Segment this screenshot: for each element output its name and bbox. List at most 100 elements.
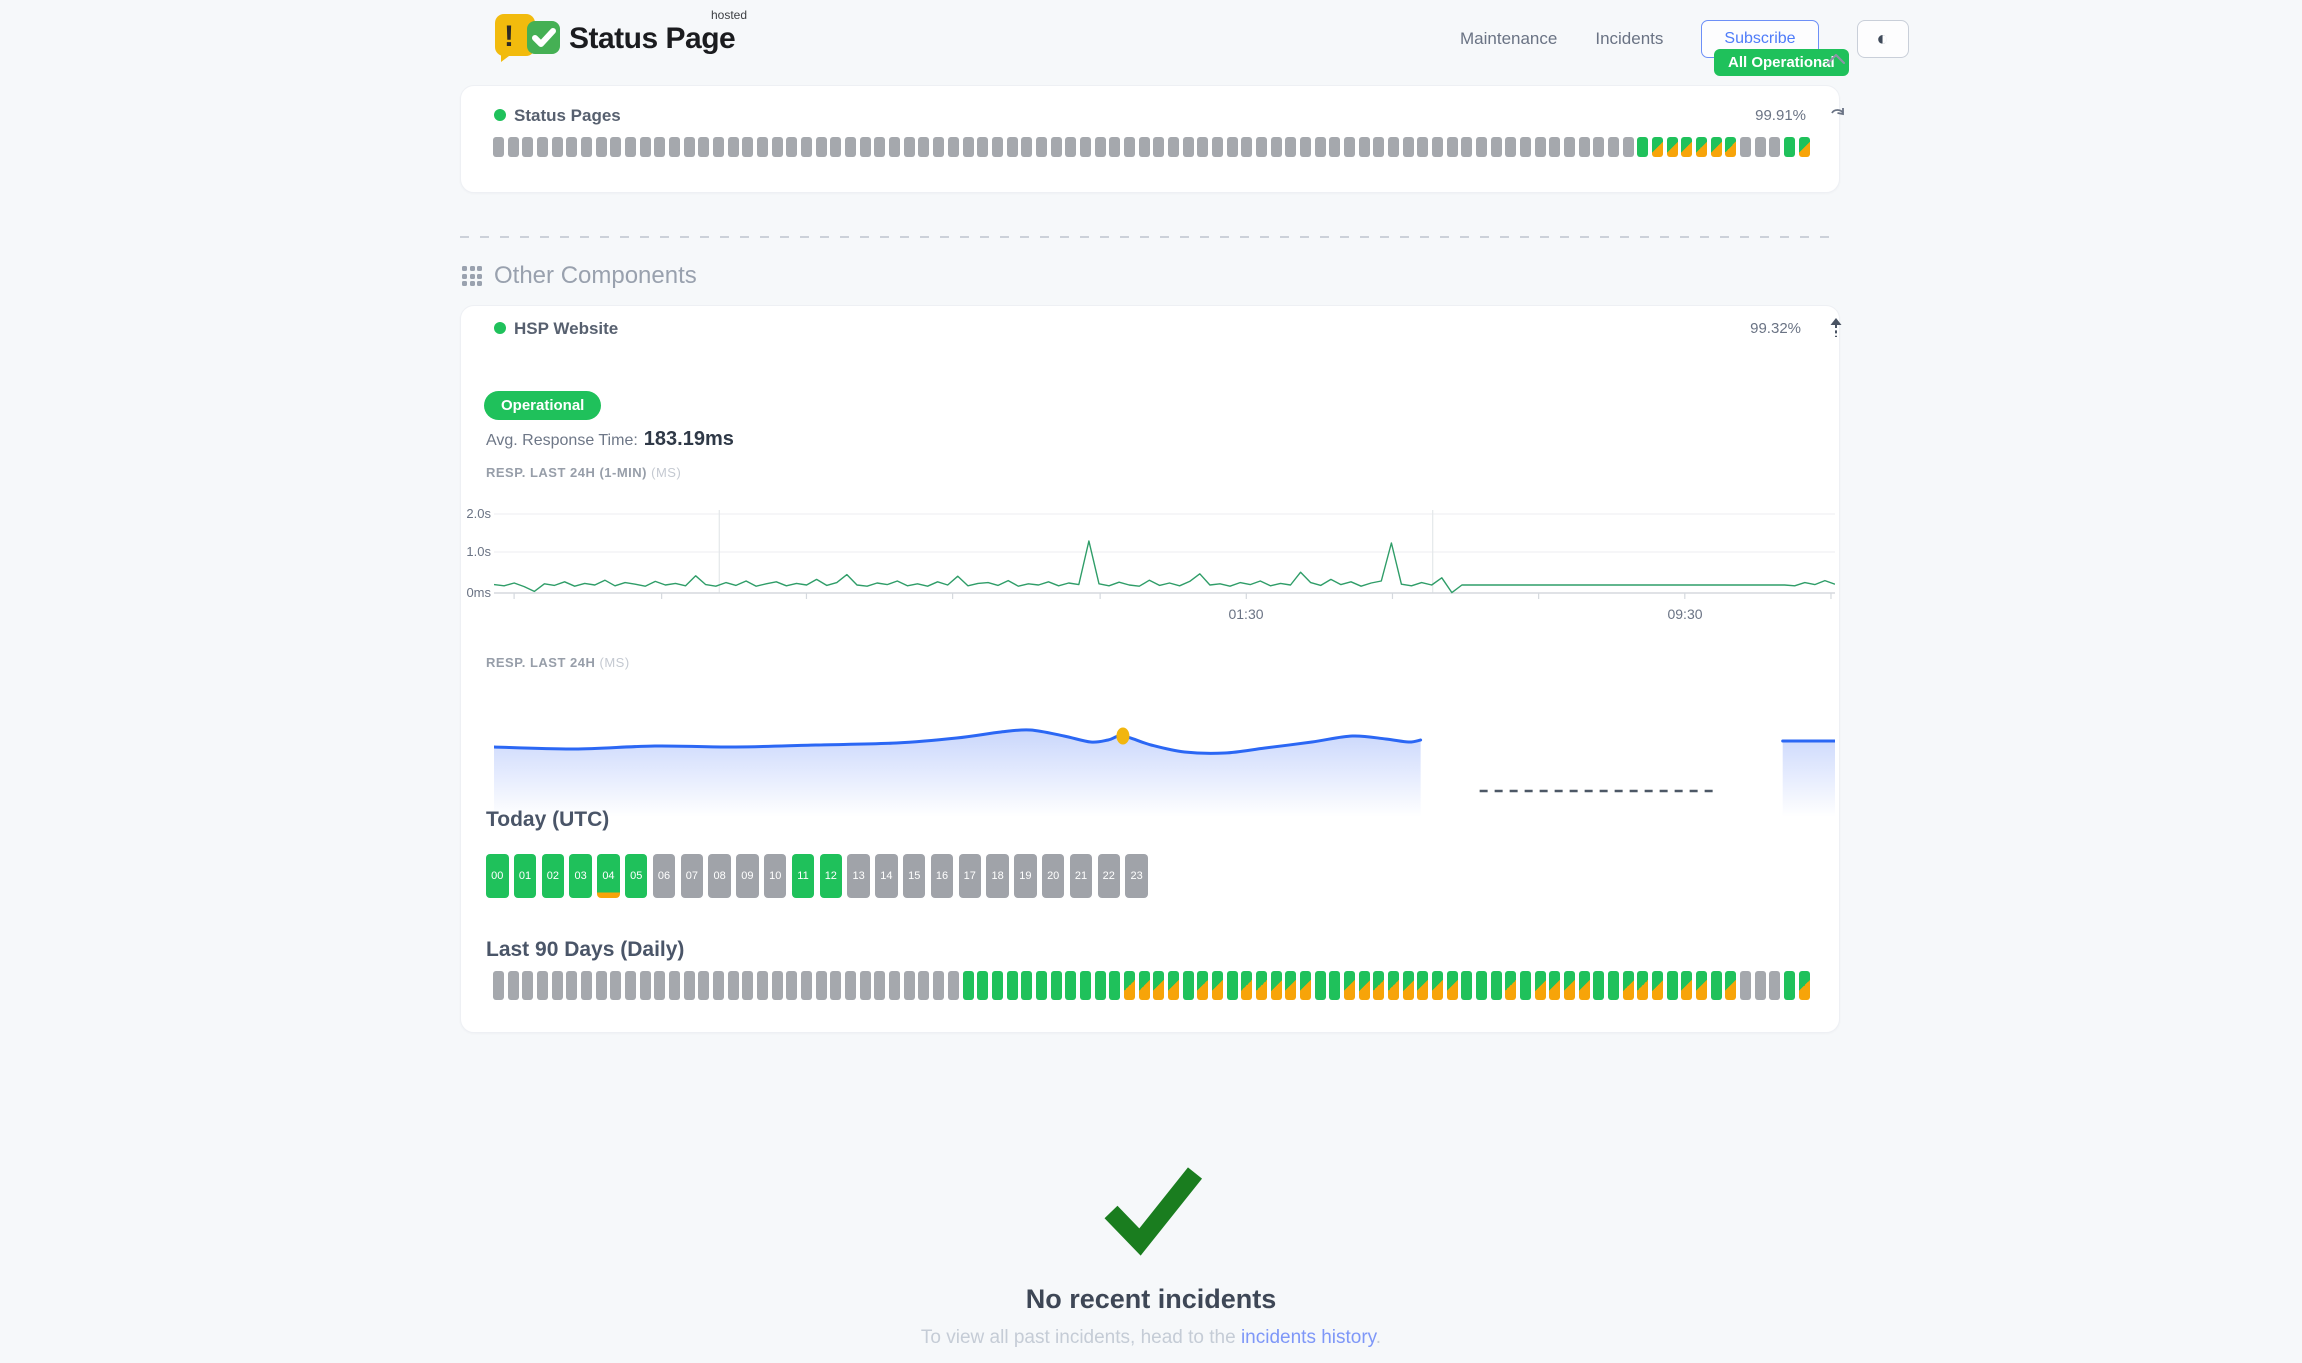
- uptime-bar[interactable]: [640, 971, 651, 1000]
- hour-block-02[interactable]: 02: [542, 854, 565, 898]
- uptime-bar[interactable]: [845, 137, 856, 157]
- uptime-bar[interactable]: [566, 971, 577, 1000]
- uptime-bar[interactable]: [742, 971, 753, 1000]
- uptime-bar[interactable]: [933, 971, 944, 1000]
- uptime-bar[interactable]: [1608, 971, 1619, 1000]
- uptime-bar[interactable]: [640, 137, 651, 157]
- hour-block-22[interactable]: 22: [1098, 854, 1121, 898]
- uptime-bar[interactable]: [1623, 137, 1634, 157]
- hour-block-12[interactable]: 12: [820, 854, 843, 898]
- uptime-bar[interactable]: [684, 971, 695, 1000]
- hour-block-11[interactable]: 11: [792, 854, 815, 898]
- uptime-bar[interactable]: [1593, 137, 1604, 157]
- uptime-bar[interactable]: [904, 137, 915, 157]
- uptime-bar[interactable]: [1535, 971, 1546, 1000]
- hour-block-04[interactable]: 04: [597, 854, 620, 898]
- uptime-bar[interactable]: [801, 971, 812, 1000]
- uptime-bar[interactable]: [1579, 137, 1590, 157]
- uptime-bar[interactable]: [918, 971, 929, 1000]
- uptime-bar[interactable]: [552, 971, 563, 1000]
- uptime-bar[interactable]: [1696, 137, 1707, 157]
- uptime-bar[interactable]: [1359, 971, 1370, 1000]
- uptime-bar[interactable]: [1080, 137, 1091, 157]
- uptime-bar[interactable]: [1740, 971, 1751, 1000]
- uptime-bar[interactable]: [1417, 137, 1428, 157]
- uptime-bar[interactable]: [1344, 971, 1355, 1000]
- uptime-bar[interactable]: [860, 137, 871, 157]
- hour-block-15[interactable]: 15: [903, 854, 926, 898]
- uptime-bar[interactable]: [1799, 971, 1810, 1000]
- uptime-bar[interactable]: [581, 971, 592, 1000]
- uptime-bar[interactable]: [1080, 971, 1091, 1000]
- uptime-bar[interactable]: [1696, 971, 1707, 1000]
- uptime-bar[interactable]: [493, 971, 504, 1000]
- uptime-bar[interactable]: [1608, 137, 1619, 157]
- uptime-bar[interactable]: [992, 971, 1003, 1000]
- uptime-bar[interactable]: [1520, 971, 1531, 1000]
- uptime-bar[interactable]: [728, 971, 739, 1000]
- uptime-bar[interactable]: [1755, 137, 1766, 157]
- uptime-bar[interactable]: [1388, 971, 1399, 1000]
- uptime-bar[interactable]: [1403, 137, 1414, 157]
- uptime-bar[interactable]: [1197, 137, 1208, 157]
- uptime-bar[interactable]: [786, 137, 797, 157]
- uptime-bar[interactable]: [1212, 137, 1223, 157]
- uptime-bar[interactable]: [1784, 137, 1795, 157]
- response-time-line-chart[interactable]: [494, 506, 1835, 621]
- uptime-bar[interactable]: [816, 971, 827, 1000]
- uptime-bar[interactable]: [625, 137, 636, 157]
- uptime-bar[interactable]: [1461, 971, 1472, 1000]
- uptime-bar[interactable]: [1227, 971, 1238, 1000]
- uptime-bar[interactable]: [1476, 137, 1487, 157]
- uptime-bar[interactable]: [1227, 137, 1238, 157]
- uptime-bar[interactable]: [1065, 137, 1076, 157]
- uptime-bar[interactable]: [1769, 971, 1780, 1000]
- uptime-bar[interactable]: [1755, 971, 1766, 1000]
- uptime-bar[interactable]: [1212, 971, 1223, 1000]
- hour-block-03[interactable]: 03: [569, 854, 592, 898]
- collapse-arrow-icon[interactable]: [1829, 318, 1843, 338]
- uptime-bar[interactable]: [1681, 137, 1692, 157]
- uptime-bar[interactable]: [1564, 971, 1575, 1000]
- uptime-bar[interactable]: [1725, 137, 1736, 157]
- uptime-bar[interactable]: [1417, 971, 1428, 1000]
- uptime-bar[interactable]: [610, 971, 621, 1000]
- uptime-bar[interactable]: [1549, 971, 1560, 1000]
- uptime-bar[interactable]: [1667, 971, 1678, 1000]
- uptime-bar[interactable]: [1652, 971, 1663, 1000]
- uptime-bar[interactable]: [977, 971, 988, 1000]
- uptime-bar[interactable]: [1271, 971, 1282, 1000]
- uptime-bar[interactable]: [1007, 971, 1018, 1000]
- uptime-bar[interactable]: [1241, 137, 1252, 157]
- uptime-bar[interactable]: [963, 971, 974, 1000]
- uptime-bar[interactable]: [1285, 971, 1296, 1000]
- uptime-bar[interactable]: [566, 137, 577, 157]
- refresh-icon[interactable]: [1829, 106, 1847, 124]
- uptime-bar[interactable]: [1021, 971, 1032, 1000]
- uptime-bar[interactable]: [830, 137, 841, 157]
- uptime-bar[interactable]: [1329, 137, 1340, 157]
- uptime-bar[interactable]: [669, 971, 680, 1000]
- uptime-bar[interactable]: [1564, 137, 1575, 157]
- uptime-bar[interactable]: [742, 137, 753, 157]
- uptime-bar[interactable]: [1153, 137, 1164, 157]
- hour-block-05[interactable]: 05: [625, 854, 648, 898]
- uptime-bar[interactable]: [874, 971, 885, 1000]
- chevron-up-icon[interactable]: [1826, 52, 1846, 66]
- uptime-bar[interactable]: [1725, 971, 1736, 1000]
- uptime-bar[interactable]: [816, 137, 827, 157]
- uptime-bar[interactable]: [1065, 971, 1076, 1000]
- uptime-bar[interactable]: [713, 971, 724, 1000]
- uptime-bar[interactable]: [1124, 137, 1135, 157]
- uptime-bar[interactable]: [1168, 971, 1179, 1000]
- hour-block-17[interactable]: 17: [959, 854, 982, 898]
- uptime-bar[interactable]: [860, 971, 871, 1000]
- uptime-bar[interactable]: [772, 137, 783, 157]
- uptime-bar[interactable]: [1403, 971, 1414, 1000]
- hour-block-23[interactable]: 23: [1125, 854, 1148, 898]
- hour-block-19[interactable]: 19: [1014, 854, 1037, 898]
- uptime-bar[interactable]: [1711, 137, 1722, 157]
- uptime-bar[interactable]: [1095, 137, 1106, 157]
- uptime-bar[interactable]: [1491, 137, 1502, 157]
- uptime-bar[interactable]: [1168, 137, 1179, 157]
